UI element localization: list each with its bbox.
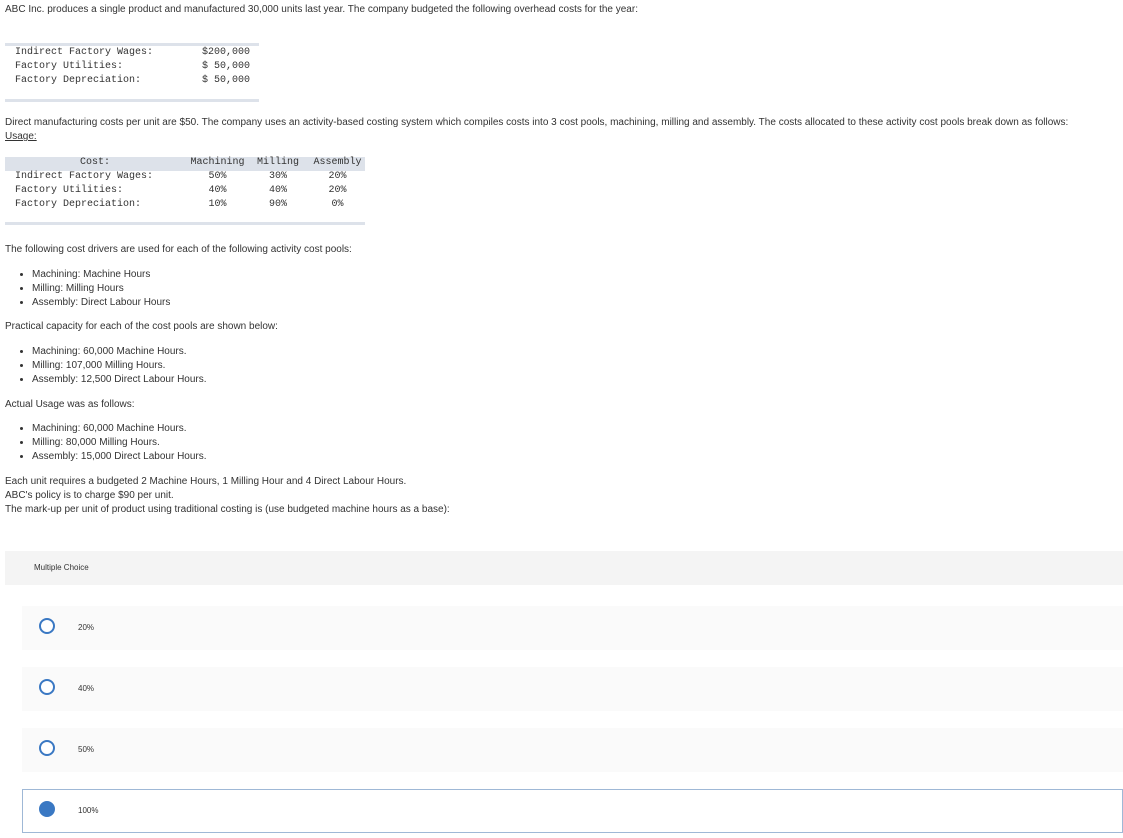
list-item: Milling: 80,000 Milling Hours. xyxy=(32,436,207,450)
choice-option-4[interactable]: 100% xyxy=(22,789,1123,833)
capacity-intro: Practical capacity for each of the cost … xyxy=(5,321,278,332)
drivers-intro: The following cost drivers are used for … xyxy=(5,244,352,255)
cost-label: Factory Utilities: xyxy=(15,61,124,72)
machining-value: 50% xyxy=(208,171,227,182)
milling-value: 30% xyxy=(268,171,287,182)
table-row: Factory Depreciation: 10% 90% 0% xyxy=(5,199,365,213)
multiple-choice-header: Multiple Choice xyxy=(5,551,1123,585)
list-item: Assembly: 15,000 Direct Labour Hours. xyxy=(32,450,207,464)
choice-label: 50% xyxy=(78,745,95,754)
list-item: Machining: 60,000 Machine Hours. xyxy=(32,422,207,436)
table-row: Indirect Factory Wages: $200,000 xyxy=(15,47,255,61)
list-item: Machining: Machine Hours xyxy=(32,268,170,282)
header-cost: Cost: xyxy=(80,157,111,168)
multiple-choice-label: Multiple Choice xyxy=(34,563,89,572)
list-item: Assembly: Direct Labour Hours xyxy=(32,296,170,310)
table-row: Factory Utilities: 40% 40% 20% xyxy=(5,185,365,199)
cost-label: Indirect Factory Wages: xyxy=(15,47,154,58)
usage-label: Usage: xyxy=(5,131,37,142)
drivers-list: Machining: Machine Hours Milling: Millin… xyxy=(18,268,170,310)
policy-text: ABC's policy is to charge $90 per unit. xyxy=(5,490,174,501)
actual-intro: Actual Usage was as follows: xyxy=(5,399,135,410)
actual-list: Machining: 60,000 Machine Hours. Milling… xyxy=(18,422,207,464)
radio-button-icon[interactable] xyxy=(39,679,55,695)
overhead-costs-table: Indirect Factory Wages: $200,000 Factory… xyxy=(5,43,259,102)
row-label: Factory Utilities: xyxy=(15,185,124,196)
question-text: The mark-up per unit of product using tr… xyxy=(5,504,450,515)
direct-costs-text: Direct manufacturing costs per unit are … xyxy=(5,117,1069,128)
list-item: Assembly: 12,500 Direct Labour Hours. xyxy=(32,373,207,387)
cost-label: Factory Depreciation: xyxy=(15,75,142,86)
radio-button-selected-icon[interactable] xyxy=(39,801,55,817)
radio-button-icon[interactable] xyxy=(39,740,55,756)
choice-label: 20% xyxy=(78,623,95,632)
milling-value: 90% xyxy=(268,199,287,210)
cost-value: $200,000 xyxy=(202,47,251,58)
table-row: Indirect Factory Wages: 50% 30% 20% xyxy=(5,171,365,185)
header-milling: Milling xyxy=(256,157,299,168)
cost-value: $ 50,000 xyxy=(202,61,251,72)
milling-value: 40% xyxy=(268,185,287,196)
table-row: Factory Depreciation: $ 50,000 xyxy=(15,75,255,89)
radio-button-icon[interactable] xyxy=(39,618,55,634)
choice-label: 40% xyxy=(78,684,95,693)
machining-value: 10% xyxy=(208,199,227,210)
row-label: Indirect Factory Wages: xyxy=(15,171,154,182)
assembly-value: 20% xyxy=(328,171,347,182)
machining-value: 40% xyxy=(208,185,227,196)
table-header-row: Cost: Machining Milling Assembly xyxy=(5,157,365,171)
table-row: Factory Utilities: $ 50,000 xyxy=(15,61,255,75)
choice-label: 100% xyxy=(78,806,99,815)
assembly-value: 0% xyxy=(331,199,344,210)
assembly-value: 20% xyxy=(328,185,347,196)
choice-option-1[interactable]: 20% xyxy=(22,606,1123,650)
capacity-list: Machining: 60,000 Machine Hours. Milling… xyxy=(18,345,207,387)
row-label: Factory Depreciation: xyxy=(15,199,142,210)
list-item: Milling: Milling Hours xyxy=(32,282,170,296)
header-machining: Machining xyxy=(190,157,245,168)
usage-table: Cost: Machining Milling Assembly Indirec… xyxy=(5,157,365,225)
choice-option-3[interactable]: 50% xyxy=(22,728,1123,772)
list-item: Milling: 107,000 Milling Hours. xyxy=(32,359,207,373)
requirement-text: Each unit requires a budgeted 2 Machine … xyxy=(5,476,407,487)
intro-text: ABC Inc. produces a single product and m… xyxy=(5,4,638,15)
header-assembly: Assembly xyxy=(313,157,362,168)
cost-value: $ 50,000 xyxy=(202,75,251,86)
list-item: Machining: 60,000 Machine Hours. xyxy=(32,345,207,359)
choice-option-2[interactable]: 40% xyxy=(22,667,1123,711)
